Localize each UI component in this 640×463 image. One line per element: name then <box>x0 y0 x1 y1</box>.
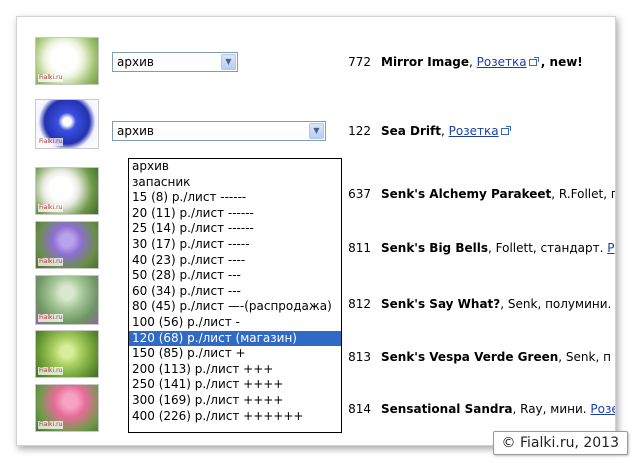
item-info: Sensational Sandra, Ray, мини. Розе <box>381 402 615 416</box>
plant-thumbnail[interactable]: Fialki.ru <box>35 330 99 378</box>
item-details: Senk, п <box>565 350 611 364</box>
item-number: 813 <box>348 350 371 364</box>
separator: , <box>558 350 566 364</box>
dropdown-option[interactable]: 80 (45) р./лист —-(распродажа) <box>129 299 341 315</box>
dropdown-option[interactable]: 20 (11) р./лист ------ <box>129 206 341 222</box>
item-info: Sea Drift, Розетка <box>381 124 511 138</box>
item-details: Follett, стандарт. <box>495 241 608 255</box>
item-details: Senk, полумини. <box>507 297 612 311</box>
external-link-icon[interactable] <box>528 57 539 66</box>
plant-thumbnail[interactable]: Fialki.ru <box>35 221 99 269</box>
watermark-label: Fialki.ru <box>38 314 64 322</box>
item-number: 811 <box>348 241 371 255</box>
rosette-link[interactable]: Розетка <box>477 55 527 69</box>
watermark-label: Fialki.ru <box>38 367 64 375</box>
item-number: 812 <box>348 297 371 311</box>
external-link-icon[interactable] <box>500 126 511 135</box>
table-row: Fialki.ru архив ▼ 772 Mirror Image, Розе… <box>17 35 615 95</box>
variety-name: Mirror Image <box>381 55 470 69</box>
dropdown-option[interactable]: 120 (68) р./лист (магазин) <box>129 330 341 347</box>
item-details: Ray, мини. <box>520 402 591 416</box>
dropdown-option[interactable]: архив <box>129 159 341 175</box>
dropdown-option[interactable]: 30 (17) р./лист ----- <box>129 237 341 253</box>
item-info: Senk's Alchemy Parakeet, R.Follet, п <box>381 187 616 201</box>
plant-thumbnail[interactable]: Fialki.ru <box>35 99 99 149</box>
separator: , <box>512 402 521 416</box>
status-select[interactable]: архив ▼ <box>112 52 238 72</box>
item-info: Senk's Say What?, Senk, полумини. <box>381 297 611 311</box>
status-select-open[interactable]: архив ▼ <box>112 121 326 141</box>
status-select-value: архив <box>117 55 154 69</box>
plant-thumbnail[interactable]: Fialki.ru <box>35 275 99 325</box>
chevron-down-icon[interactable]: ▼ <box>221 54 236 70</box>
item-info: Senk's Big Bells, Follett, стандарт. Р <box>381 241 614 255</box>
item-info: Senk's Vespa Verde Green, Senk, п <box>381 350 611 364</box>
dropdown-option[interactable]: 300 (169) р./лист ++++ <box>129 393 341 409</box>
rosette-link[interactable]: Розетка <box>449 124 499 138</box>
plant-thumbnail[interactable]: Fialki.ru <box>35 37 99 85</box>
dropdown-option[interactable]: 60 (34) р./лист --- <box>129 284 341 300</box>
dropdown-option[interactable]: 15 (8) р./лист ------ <box>129 190 341 206</box>
copyright-label: © Fialki.ru, 2013 <box>492 431 628 455</box>
item-details: R.Follet, п <box>558 187 616 201</box>
item-number: 637 <box>348 187 371 201</box>
variety-name: Senk's Vespa Verde Green <box>381 350 559 364</box>
rosette-link[interactable]: Розе <box>590 402 615 416</box>
variety-name: Senk's Alchemy Parakeet <box>381 187 552 201</box>
watermark-label: Fialki.ru <box>38 421 64 429</box>
separator: , <box>551 187 559 201</box>
table-row: Fialki.ru архив ▼ 122 Sea Drift, Розетка <box>17 97 615 157</box>
dropdown-option[interactable]: 400 (226) р./лист ++++++ <box>129 409 341 425</box>
separator: , <box>441 124 449 138</box>
rosette-link[interactable]: Р <box>607 241 614 255</box>
plant-thumbnail[interactable]: Fialki.ru <box>35 167 99 215</box>
dropdown-option[interactable]: 100 (56) р./лист - <box>129 315 341 331</box>
dropdown-option[interactable]: 25 (14) р./лист ------ <box>129 221 341 237</box>
status-select-value: архив <box>117 124 154 138</box>
watermark-label: Fialki.ru <box>38 74 64 82</box>
separator: , <box>500 297 508 311</box>
dropdown-option[interactable]: 250 (141) р./лист ++++ <box>129 377 341 393</box>
status-dropdown-list[interactable]: архив запасник 15 (8) р./лист ------ 20 (11… <box>128 158 342 433</box>
item-number: 122 <box>348 124 371 138</box>
dropdown-option[interactable]: запасник <box>129 175 341 191</box>
dropdown-option[interactable]: 200 (113) р./лист +++ <box>129 362 341 378</box>
new-badge: , new! <box>536 55 583 69</box>
plant-thumbnail[interactable]: Fialki.ru <box>35 384 99 432</box>
variety-name: Sea Drift <box>381 124 442 138</box>
chevron-down-icon[interactable]: ▼ <box>309 123 324 139</box>
watermark-label: Fialki.ru <box>38 138 64 146</box>
item-number: 814 <box>348 402 371 416</box>
dropdown-option[interactable]: 40 (23) р./лист ---- <box>129 253 341 269</box>
item-number: 772 <box>348 55 371 69</box>
variety-name: Senk's Say What? <box>381 297 501 311</box>
dropdown-option[interactable]: 150 (85) р./лист + <box>129 346 341 362</box>
variety-name: Senk's Big Bells <box>381 241 488 255</box>
separator: , <box>469 55 477 69</box>
watermark-label: Fialki.ru <box>38 204 64 212</box>
variety-name: Sensational Sandra <box>381 402 513 416</box>
dropdown-option[interactable]: 50 (28) р./лист --- <box>129 268 341 284</box>
watermark-label: Fialki.ru <box>38 258 64 266</box>
content-panel: Fialki.ru архив ▼ 772 Mirror Image, Розе… <box>16 16 616 446</box>
item-info: Mirror Image, Розетка , new! <box>381 55 583 69</box>
separator: , <box>487 241 496 255</box>
